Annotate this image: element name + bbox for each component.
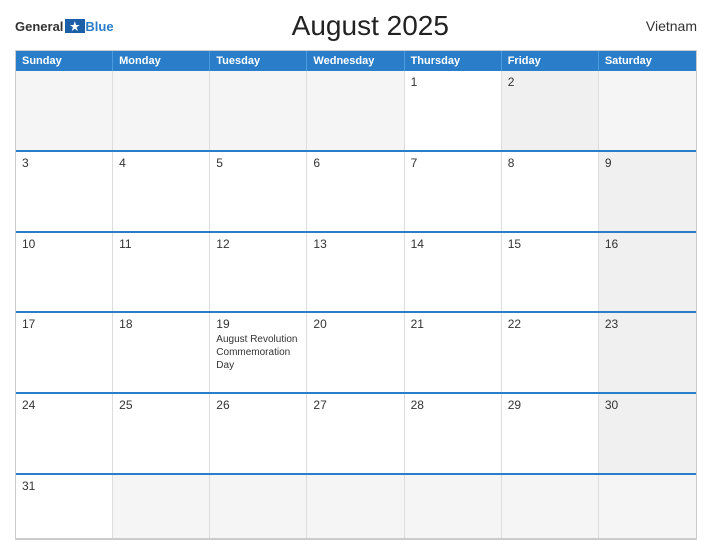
day-number: 15 [508,237,592,251]
day-cell-0-5: 2 [502,71,599,150]
day-number: 13 [313,237,397,251]
day-number: 22 [508,317,592,331]
day-number: 3 [22,156,106,170]
day-cell-4-3: 27 [307,394,404,473]
week-row-6: 31 [16,475,696,539]
day-header-wednesday: Wednesday [307,51,404,71]
day-number: 26 [216,398,300,412]
week-row-3: 10 11 12 13 14 15 16 [16,233,696,314]
day-cell-5-5 [502,475,599,538]
day-number: 29 [508,398,592,412]
calendar: Sunday Monday Tuesday Wednesday Thursday… [15,50,697,540]
day-cell-3-5: 22 [502,313,599,392]
day-cell-3-6: 23 [599,313,696,392]
day-number: 4 [119,156,203,170]
day-number: 10 [22,237,106,251]
day-cell-5-3 [307,475,404,538]
day-cell-0-1 [113,71,210,150]
day-cell-5-4 [405,475,502,538]
day-cell-1-3: 6 [307,152,404,231]
day-cell-1-2: 5 [210,152,307,231]
day-cell-3-3: 20 [307,313,404,392]
day-header-sunday: Sunday [16,51,113,71]
day-cell-3-4: 21 [405,313,502,392]
day-number: 27 [313,398,397,412]
day-number: 9 [605,156,690,170]
day-cell-2-1: 11 [113,233,210,312]
day-cell-4-5: 29 [502,394,599,473]
day-header-thursday: Thursday [405,51,502,71]
day-number: 24 [22,398,106,412]
day-cell-0-6 [599,71,696,150]
day-cell-4-4: 28 [405,394,502,473]
day-header-monday: Monday [113,51,210,71]
day-cell-3-1: 18 [113,313,210,392]
page-title: August 2025 [114,10,627,42]
day-number: 12 [216,237,300,251]
day-cell-1-5: 8 [502,152,599,231]
day-cell-1-0: 3 [16,152,113,231]
day-cell-4-2: 26 [210,394,307,473]
day-cell-4-0: 24 [16,394,113,473]
day-number: 5 [216,156,300,170]
logo-blue-text: Blue [85,19,113,34]
day-number: 2 [508,75,592,89]
day-cell-5-0: 31 [16,475,113,538]
day-number: 11 [119,237,203,251]
day-number: 7 [411,156,495,170]
week-row-4: 17 18 19 August Revolution Commemoration Da… [16,313,696,394]
day-cell-5-2 [210,475,307,538]
day-cell-4-6: 30 [599,394,696,473]
day-cell-3-0: 17 [16,313,113,392]
day-cell-2-5: 15 [502,233,599,312]
day-cell-2-3: 13 [307,233,404,312]
day-number: 14 [411,237,495,251]
day-number: 16 [605,237,690,251]
day-cell-4-1: 25 [113,394,210,473]
page: General Blue August 2025 Vietnam Sunday … [0,0,712,550]
week-row-1: 12 [16,71,696,152]
day-header-friday: Friday [502,51,599,71]
day-cell-1-1: 4 [113,152,210,231]
day-cell-5-6 [599,475,696,538]
country-label: Vietnam [627,18,697,34]
day-header-saturday: Saturday [599,51,696,71]
day-cell-2-4: 14 [405,233,502,312]
week-row-5: 24 25 26 27 28 29 30 [16,394,696,475]
week-row-2: 3456789 [16,152,696,233]
day-cell-0-4: 1 [405,71,502,150]
header: General Blue August 2025 Vietnam [15,10,697,42]
day-cell-1-6: 9 [599,152,696,231]
day-cell-2-2: 12 [210,233,307,312]
day-number: 28 [411,398,495,412]
day-number: 31 [22,479,106,493]
day-cell-1-4: 7 [405,152,502,231]
logo-flag-icon [65,19,85,33]
day-cell-5-1 [113,475,210,538]
day-cell-0-0 [16,71,113,150]
day-number: 6 [313,156,397,170]
day-number: 21 [411,317,495,331]
day-cell-2-6: 16 [599,233,696,312]
day-number: 8 [508,156,592,170]
day-number: 18 [119,317,203,331]
logo: General Blue [15,19,114,34]
day-number: 17 [22,317,106,331]
holiday-text: August Revolution Commemoration Day [216,333,300,372]
calendar-header: Sunday Monday Tuesday Wednesday Thursday… [16,51,696,71]
day-cell-0-2 [210,71,307,150]
day-number: 30 [605,398,690,412]
day-number: 1 [411,75,495,89]
day-number: 25 [119,398,203,412]
day-cell-2-0: 10 [16,233,113,312]
day-cell-0-3 [307,71,404,150]
day-number: 23 [605,317,690,331]
day-header-tuesday: Tuesday [210,51,307,71]
logo-general-text: General [15,19,63,34]
calendar-body: 12345678910111213141516171819August Revo… [16,71,696,539]
day-cell-3-2: 19 August Revolution Commemoration Day [210,313,307,392]
day-number: 20 [313,317,397,331]
day-number: 19 [216,317,300,331]
